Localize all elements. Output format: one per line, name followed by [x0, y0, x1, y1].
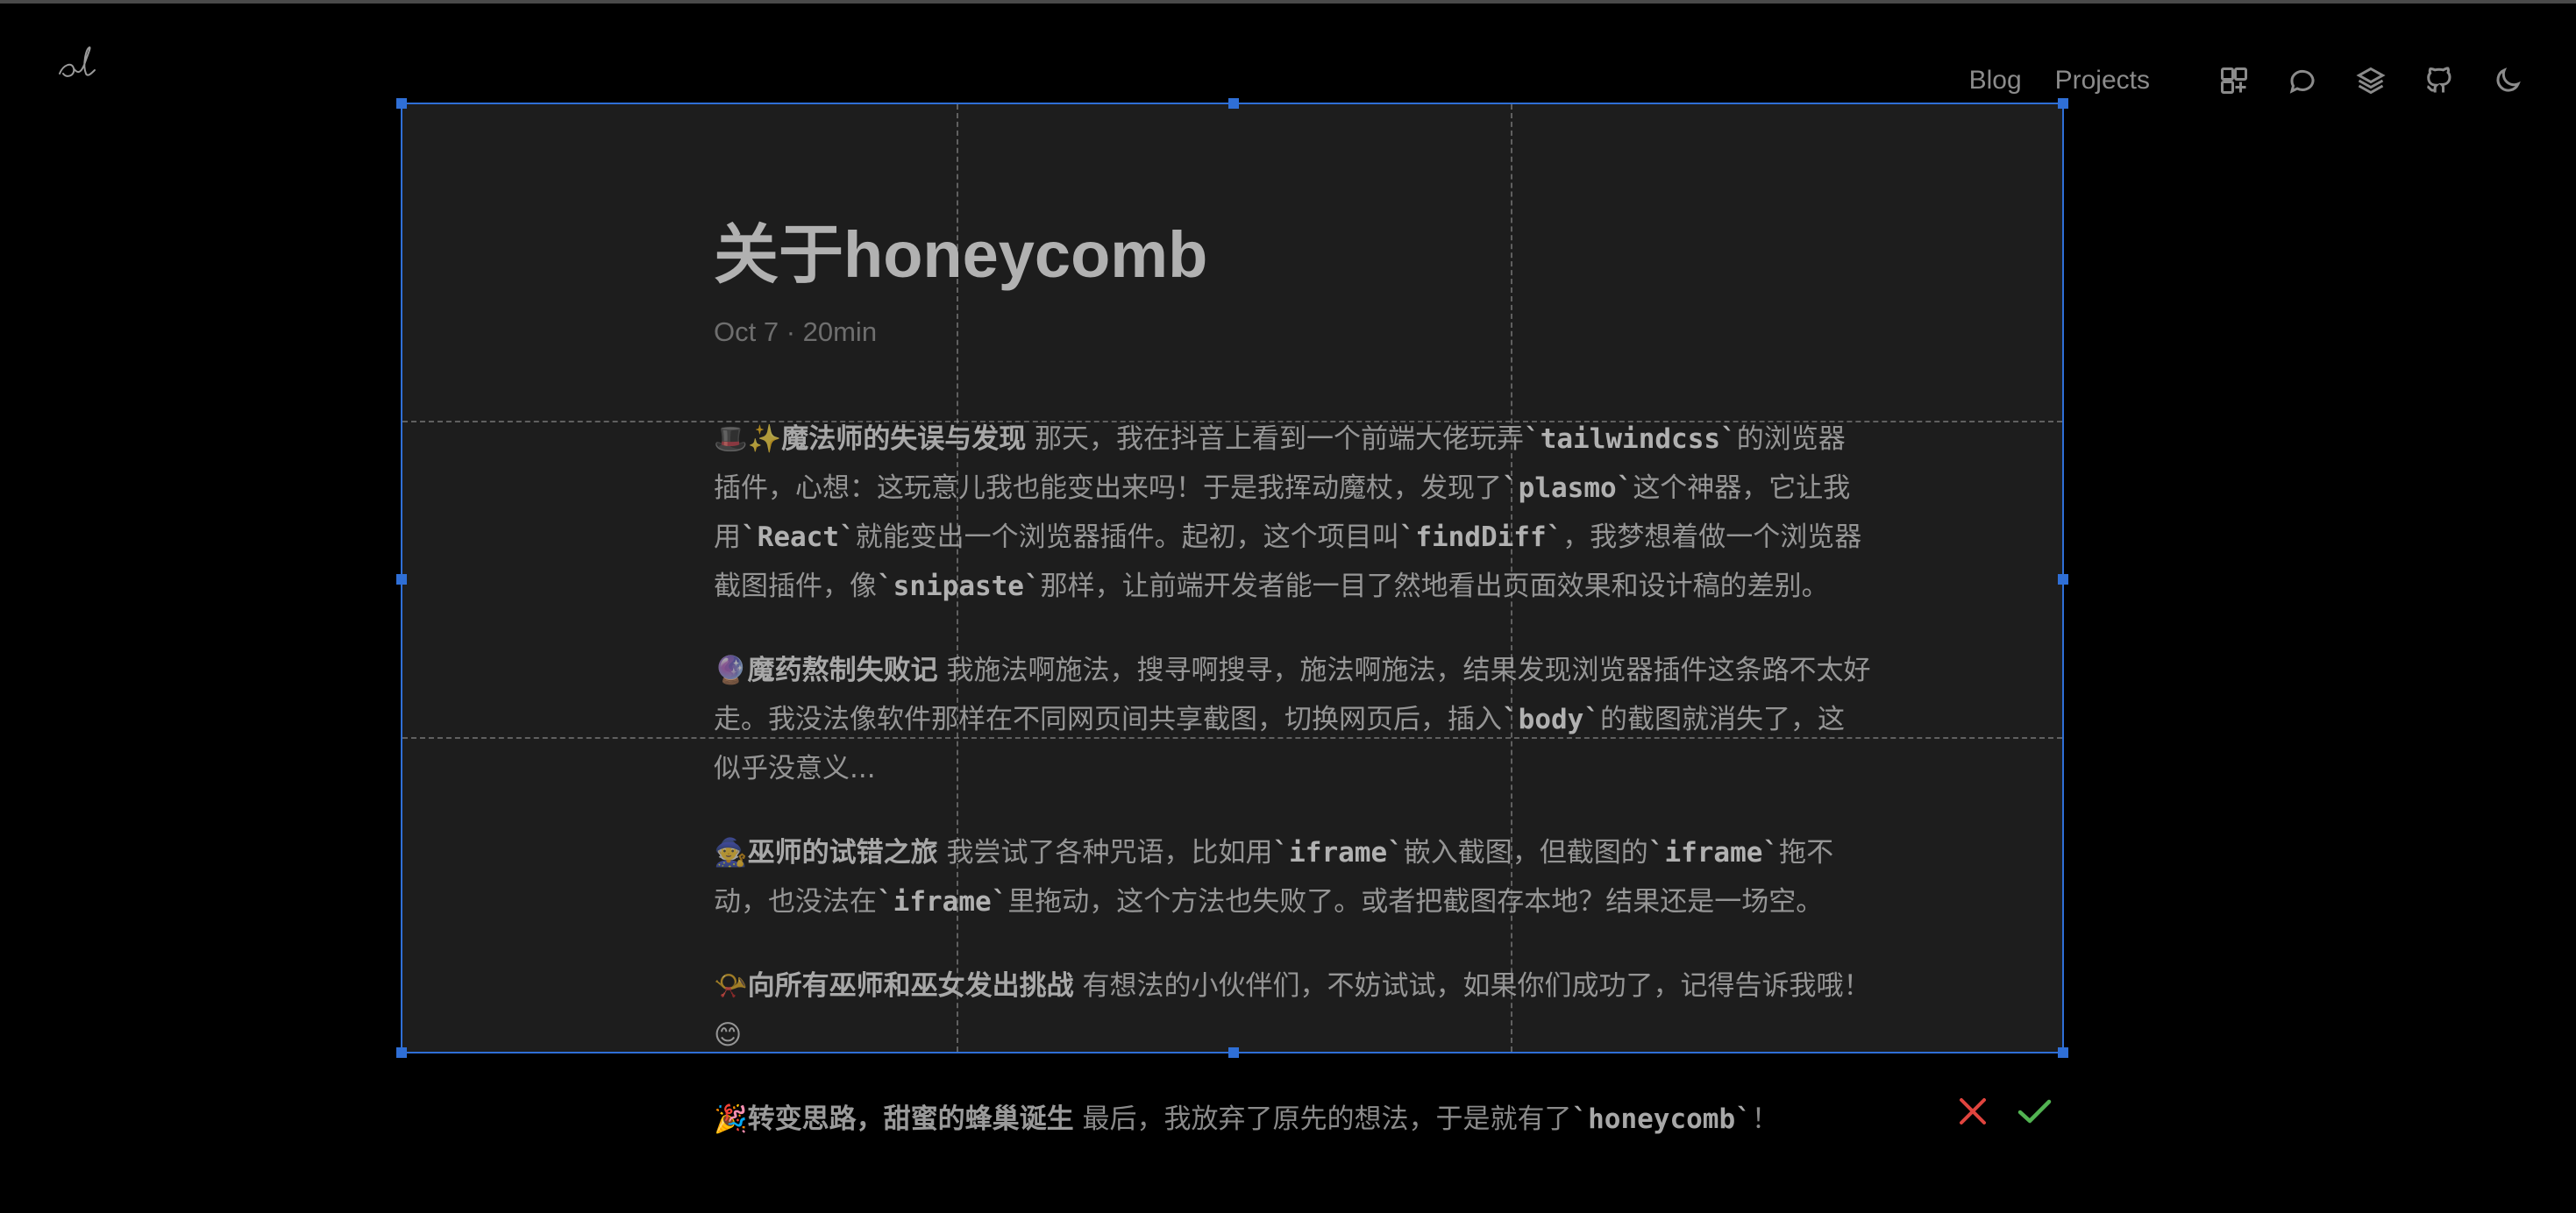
- resize-handle-bottom-left[interactable]: [396, 1047, 407, 1058]
- resize-handle-bottom-right[interactable]: [2058, 1047, 2068, 1058]
- selection-grid-line: [1511, 104, 1512, 1052]
- selection-grid-line: [402, 421, 2062, 422]
- paragraph-text: 最后，我放弃了原先的想法，于是就有了: [1082, 1103, 1572, 1136]
- selection-grid-line: [402, 737, 2062, 739]
- paragraph-emoji: 🎉: [714, 1103, 748, 1136]
- article-paragraph: 🎉转变思路，甜蜜的蜂巢诞生 最后，我放弃了原先的想法，于是就有了`honeyco…: [714, 1095, 1871, 1144]
- screenshot-selection-area[interactable]: [396, 98, 2068, 1058]
- chat-icon[interactable]: [2285, 63, 2320, 98]
- github-icon[interactable]: [2422, 63, 2457, 98]
- top-nav: Blog Projects: [1969, 60, 2525, 102]
- resize-handle-top-left[interactable]: [396, 98, 407, 109]
- resize-handle-bottom[interactable]: [1228, 1047, 1239, 1058]
- layers-icon[interactable]: [2353, 63, 2388, 98]
- resize-handle-right[interactable]: [2058, 574, 2068, 585]
- template-icon[interactable]: [2217, 63, 2252, 98]
- moon-icon[interactable]: [2490, 63, 2525, 98]
- nav-link-blog[interactable]: Blog: [1969, 66, 2022, 96]
- confirm-button[interactable]: [2015, 1092, 2053, 1131]
- site-logo-icon[interactable]: [51, 39, 103, 91]
- close-icon: [1960, 1098, 1986, 1124]
- nav-link-projects[interactable]: Projects: [2055, 66, 2150, 96]
- paragraph-text: ！: [1751, 1103, 1779, 1136]
- check-icon: [2017, 1099, 2052, 1124]
- cancel-button[interactable]: [1953, 1092, 1992, 1131]
- resize-handle-top-right[interactable]: [2058, 98, 2068, 109]
- window-top-border: [0, 0, 2576, 4]
- resize-handle-left[interactable]: [396, 574, 407, 585]
- inline-code: `honeycomb`: [1571, 1103, 1752, 1136]
- resize-handle-top[interactable]: [1228, 98, 1239, 109]
- paragraph-lead: 转变思路，甜蜜的蜂巢诞生: [747, 1103, 1074, 1136]
- selection-actions: [1953, 1092, 2053, 1131]
- selection-grid-line: [957, 104, 958, 1052]
